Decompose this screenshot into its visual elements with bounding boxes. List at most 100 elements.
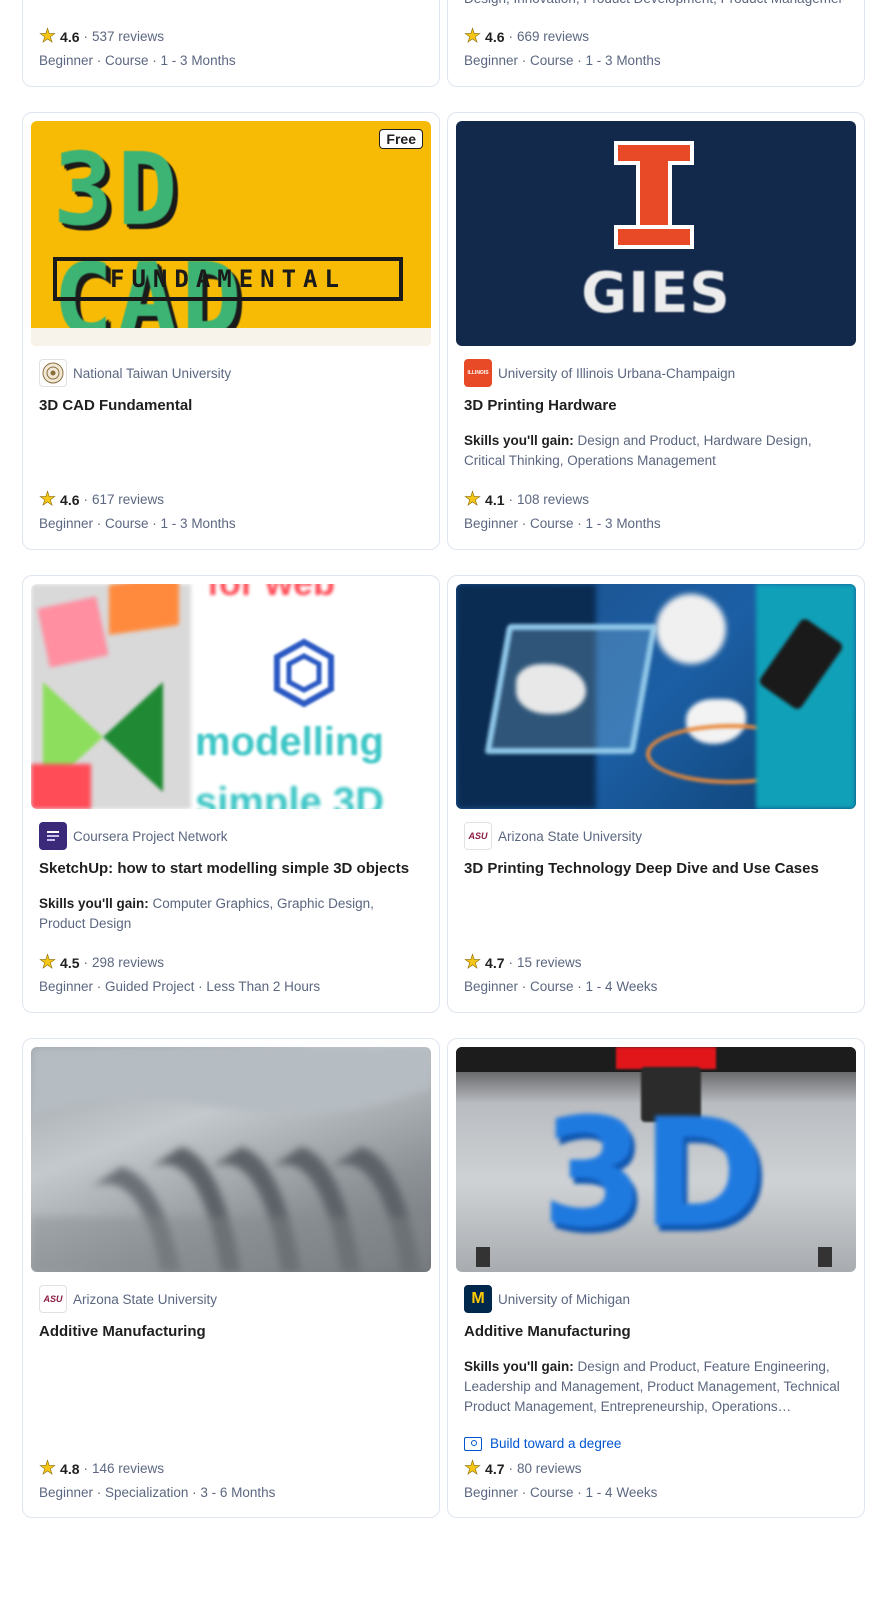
course-thumbnail — [456, 584, 856, 809]
course-card[interactable]: for web modelling simple 3D Coursera Pro… — [22, 575, 440, 1013]
course-card[interactable]: ASU Arizona State University Additive Ma… — [22, 1038, 440, 1518]
coursera-project-network-icon — [47, 831, 59, 841]
rating-value: 4.8 — [60, 1460, 80, 1477]
university-seal-icon — [42, 362, 64, 384]
course-title[interactable]: SketchUp: how to start modelling simple … — [39, 859, 425, 879]
partner-logo: ILLINOIS — [464, 359, 492, 387]
skills: Skills you'll gain: Design and Product, … — [464, 431, 844, 471]
star-icon: ★ — [464, 489, 482, 510]
course-thumbnail: 3D CAD FUNDAMENTAL Free — [31, 121, 431, 346]
course-meta: Beginner · Specialization · 3 - 6 Months — [39, 1485, 276, 1500]
skills: Skills you'll gain: Computer Graphics, G… — [39, 894, 419, 934]
rating: ★ 4.5 · 298 reviews — [39, 952, 165, 973]
course-card[interactable]: 3D M University of Michigan Additive Man… — [447, 1038, 865, 1518]
thumb-subtitle-box: FUNDAMENTAL — [53, 257, 403, 301]
course-card-top-left[interactable]: ★ 4.6 · 537 reviews Beginner · Course · … — [22, 0, 440, 87]
skills-partial: Design, Innovation, Product Development,… — [464, 0, 844, 9]
degree-icon — [464, 1436, 482, 1451]
star-icon: ★ — [464, 952, 482, 973]
course-thumbnail: 3D — [456, 1047, 856, 1272]
star-icon: ★ — [39, 489, 57, 510]
review-count: 15 reviews — [517, 955, 582, 970]
partner: Coursera Project Network — [39, 822, 228, 850]
course-title[interactable]: Additive Manufacturing — [39, 1322, 425, 1342]
rating: ★ 4.7 · 15 reviews — [464, 952, 582, 973]
skills-label: Skills you'll gain: — [39, 896, 149, 911]
partner-logo — [39, 822, 67, 850]
review-count: 108 reviews — [517, 492, 590, 507]
rating: ★ 4.6 · 617 reviews — [39, 489, 165, 510]
partner-name: Coursera Project Network — [73, 828, 228, 844]
course-title[interactable]: 3D Printing Hardware — [464, 396, 850, 416]
asu-logo-text: ASU — [43, 1294, 63, 1304]
review-count: 537 reviews — [92, 29, 165, 44]
course-thumbnail — [31, 1047, 431, 1272]
course-meta: Beginner · Course · 1 - 4 Weeks — [464, 979, 658, 994]
review-count: 80 reviews — [517, 1461, 582, 1476]
review-count: 669 reviews — [517, 29, 590, 44]
rating-value: 4.6 — [485, 28, 505, 45]
rating: ★ 4.6 · 669 reviews — [464, 26, 590, 47]
partner: ASU Arizona State University — [39, 1285, 217, 1313]
partner: ILLINOIS University of Illinois Urbana-C… — [464, 359, 735, 387]
partner: National Taiwan University — [39, 359, 231, 387]
partner-name: University of Michigan — [498, 1291, 631, 1307]
partner-name: Arizona State University — [73, 1291, 218, 1307]
star-icon: ★ — [464, 1458, 482, 1479]
star-icon: ★ — [39, 26, 57, 47]
rating-value: 4.6 — [60, 491, 80, 508]
free-badge: Free — [379, 129, 423, 149]
rating-value: 4.6 — [60, 28, 80, 45]
asu-logo-text: ASU — [468, 831, 488, 841]
partner-logo — [39, 359, 67, 387]
rating: ★ 4.1 · 108 reviews — [464, 489, 590, 510]
course-title[interactable]: 3D Printing Technology Deep Dive and Use… — [464, 859, 850, 879]
illinois-logo-text: ILLINOIS — [467, 370, 489, 376]
partner: ASU Arizona State University — [464, 822, 642, 850]
star-icon: ★ — [39, 1458, 57, 1479]
review-count: 617 reviews — [92, 492, 165, 507]
course-title[interactable]: 3D CAD Fundamental — [39, 396, 425, 416]
partner: M University of Michigan — [464, 1285, 630, 1313]
rating-value: 4.1 — [485, 491, 505, 508]
partner-logo: M — [464, 1285, 492, 1313]
course-meta: Beginner · Guided Project · Less Than 2 … — [39, 979, 321, 994]
rating-value: 4.5 — [60, 954, 80, 971]
star-icon: ★ — [464, 26, 482, 47]
thumb-main-text: modelling — [195, 720, 384, 764]
course-meta: Beginner · Course · 1 - 3 Months — [39, 53, 236, 68]
illinois-block-i — [614, 141, 694, 249]
course-meta: Beginner · Course · 1 - 3 Months — [464, 516, 661, 531]
course-card[interactable]: GIES ILLINOIS University of Illinois Urb… — [447, 112, 865, 550]
thumb-bottom-text: simple 3D — [195, 780, 384, 809]
course-card[interactable]: ASU Arizona State University 3D Printing… — [447, 575, 865, 1013]
rating: ★ 4.7 · 80 reviews — [464, 1458, 582, 1479]
rating-value: 4.7 — [485, 954, 505, 971]
partner-name: Arizona State University — [498, 828, 643, 844]
partner-name: University of Illinois Urbana-Champaign — [498, 365, 736, 381]
review-count: 146 reviews — [92, 1461, 165, 1476]
michigan-logo-text: M — [471, 1290, 485, 1307]
metal-part-image — [31, 1047, 431, 1272]
course-thumbnail: GIES — [456, 121, 856, 346]
skills-label: Skills you'll gain: — [464, 433, 574, 448]
thumb-subtitle-text: FUNDAMENTAL — [110, 265, 346, 293]
review-count: 298 reviews — [92, 955, 165, 970]
rating-value: 4.7 — [485, 1460, 505, 1477]
thumb-subtitle-text: GIES — [581, 261, 731, 326]
course-card-top-right[interactable]: Design, Innovation, Product Development,… — [447, 0, 865, 87]
thumb-title-text: 3D CAD — [53, 131, 246, 347]
rating: ★ 4.8 · 146 reviews — [39, 1458, 165, 1479]
sketchup-logo-icon — [274, 638, 334, 708]
thumb-3d-text: 3D — [541, 1087, 766, 1261]
build-toward-degree-link[interactable]: Build toward a degree — [464, 1436, 621, 1451]
course-title[interactable]: Additive Manufacturing — [464, 1322, 850, 1342]
partner-logo: ASU — [39, 1285, 67, 1313]
star-icon: ★ — [39, 952, 57, 973]
course-meta: Beginner · Course · 1 - 3 Months — [464, 53, 661, 68]
degree-link-label: Build toward a degree — [490, 1436, 622, 1451]
partner-logo: ASU — [464, 822, 492, 850]
skills-label: Skills you'll gain: — [464, 1359, 574, 1374]
course-card[interactable]: 3D CAD FUNDAMENTAL Free National Taiwan … — [22, 112, 440, 550]
skills: Skills you'll gain: Design and Product, … — [464, 1357, 844, 1417]
